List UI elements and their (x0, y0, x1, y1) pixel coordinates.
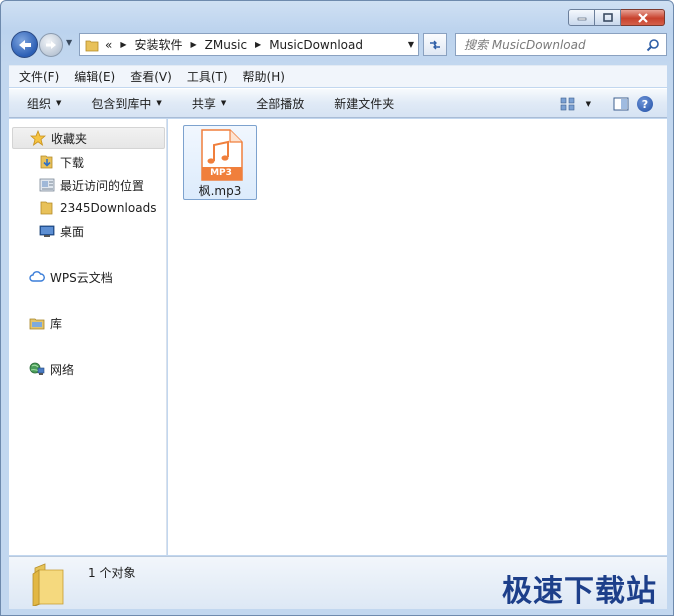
nav-item-recent[interactable]: 最近访问的位置 (39, 174, 144, 196)
search-input[interactable] (464, 37, 644, 52)
desktop-label: 桌面 (60, 224, 85, 239)
view-options-icon (560, 97, 574, 111)
play-all-button[interactable]: 全部播放 (256, 95, 304, 112)
nav-item-favorites[interactable]: 收藏夹 (12, 127, 165, 149)
menu-help[interactable]: 帮助(H) (238, 67, 290, 87)
folder-icon (85, 40, 99, 51)
recent-places-icon (39, 178, 55, 192)
organize-label: 组织 (27, 96, 52, 111)
chevron-right-icon[interactable]: ▶ (255, 40, 261, 49)
folder-icon (40, 201, 53, 215)
arrow-left-icon (18, 39, 31, 50)
address-history-dropdown-icon[interactable]: ▼ (408, 40, 414, 49)
nav-item-2345downloads[interactable]: 2345Downloads (39, 197, 156, 219)
breadcrumb-item[interactable]: MusicDownload (269, 38, 363, 52)
navigation-pane: 收藏夹 下载 最近访问的位置 2345Downloads 桌面 WPS云文档 库… (9, 119, 167, 555)
preview-pane-icon[interactable] (613, 97, 629, 111)
new-folder-button[interactable]: 新建文件夹 (334, 95, 394, 112)
chevron-down-icon: ▼ (585, 100, 591, 108)
search-icon[interactable] (646, 38, 660, 52)
menu-edit[interactable]: 编辑(E) (69, 67, 120, 87)
navigation-bar: ▼ « ▶ 安装软件 ▶ ZMusic ▶ MusicDownload ▼ (9, 29, 667, 59)
desktop-icon (39, 225, 55, 237)
downloads-folder-icon (40, 155, 53, 169)
status-bar: 1 个对象 极速下载站 (9, 556, 667, 609)
change-view-button[interactable]: ▼ (560, 97, 591, 111)
cloud-icon (29, 271, 45, 282)
back-button[interactable] (11, 31, 38, 58)
wps-cloud-label: WPS云文档 (50, 270, 113, 285)
menu-bar: 文件(F) 编辑(E) 查看(V) 工具(T) 帮助(H) (9, 65, 667, 87)
close-icon (637, 12, 648, 23)
chevron-right-icon[interactable]: ▶ (191, 40, 197, 49)
network-icon (29, 362, 45, 375)
file-item-mp3[interactable]: MP3 枫.mp3 (183, 125, 257, 200)
favorites-label: 收藏夹 (51, 131, 88, 146)
address-bar[interactable]: « ▶ 安装软件 ▶ ZMusic ▶ MusicDownload ▼ (79, 33, 419, 56)
minimize-button[interactable] (568, 9, 595, 26)
explorer-window: ▼ « ▶ 安装软件 ▶ ZMusic ▶ MusicDownload ▼ 搜索… (0, 0, 674, 616)
breadcrumb-item[interactable]: 安装软件 (135, 36, 183, 53)
recent-label: 最近访问的位置 (60, 178, 145, 193)
menu-view[interactable]: 查看(V) (125, 67, 177, 87)
chevron-down-icon: ▼ (56, 99, 62, 107)
minimize-icon (577, 17, 586, 20)
star-icon (30, 130, 46, 146)
folder-icon (32, 563, 64, 606)
nav-item-desktop[interactable]: 桌面 (39, 220, 84, 242)
help-icon[interactable]: ? (637, 96, 653, 112)
file-type-badge: MP3 (210, 168, 232, 178)
watermark-text: 极速下载站 (502, 574, 657, 609)
chevron-down-icon: ▼ (220, 99, 227, 107)
2345downloads-label: 2345Downloads (60, 201, 157, 215)
nav-item-library[interactable]: 库 (29, 312, 62, 334)
forward-button[interactable] (39, 33, 63, 57)
chevron-right-icon[interactable]: ▶ (120, 40, 126, 49)
file-name[interactable]: 枫.mp3 (184, 182, 256, 199)
chevron-down-icon: ▼ (156, 99, 162, 107)
nav-item-downloads[interactable]: 下载 (39, 151, 84, 173)
library-label: 库 (50, 316, 63, 331)
breadcrumb-item[interactable]: ZMusic (205, 38, 247, 52)
organize-button[interactable]: 组织 ▼ (27, 95, 61, 112)
network-label: 网络 (50, 362, 75, 377)
arrow-right-icon (46, 41, 56, 49)
maximize-icon (602, 13, 613, 22)
nav-item-wps-cloud[interactable]: WPS云文档 (29, 266, 113, 288)
include-in-library-button[interactable]: 包含到库中 ▼ (91, 95, 161, 112)
maximize-button[interactable] (595, 9, 621, 26)
search-box[interactable] (455, 33, 667, 56)
play-all-label: 全部播放 (256, 96, 305, 111)
caption-buttons (568, 9, 665, 26)
nav-item-network[interactable]: 网络 (29, 358, 74, 380)
share-label: 共享 (191, 96, 216, 111)
include-library-label: 包含到库中 (91, 96, 152, 111)
menu-file[interactable]: 文件(F) (14, 67, 64, 87)
view-controls: ▼ ? (560, 89, 667, 119)
command-bar: 组织 ▼ 包含到库中 ▼ 共享 ▼ 全部播放 新建文件夹 ▼ ? (9, 88, 667, 118)
share-button[interactable]: 共享 ▼ (192, 95, 226, 112)
new-folder-label: 新建文件夹 (334, 96, 395, 111)
address-overflow[interactable]: « (105, 38, 112, 52)
recent-pages-dropdown-icon[interactable]: ▼ (66, 38, 72, 47)
file-list: MP3 枫.mp3 (168, 119, 667, 555)
item-count: 1 个对象 (88, 566, 136, 580)
refresh-button[interactable] (423, 33, 447, 56)
refresh-icon (430, 40, 440, 49)
library-icon (29, 318, 45, 330)
menu-tools[interactable]: 工具(T) (182, 67, 233, 87)
downloads-label: 下载 (60, 155, 85, 170)
close-button[interactable] (621, 9, 665, 26)
